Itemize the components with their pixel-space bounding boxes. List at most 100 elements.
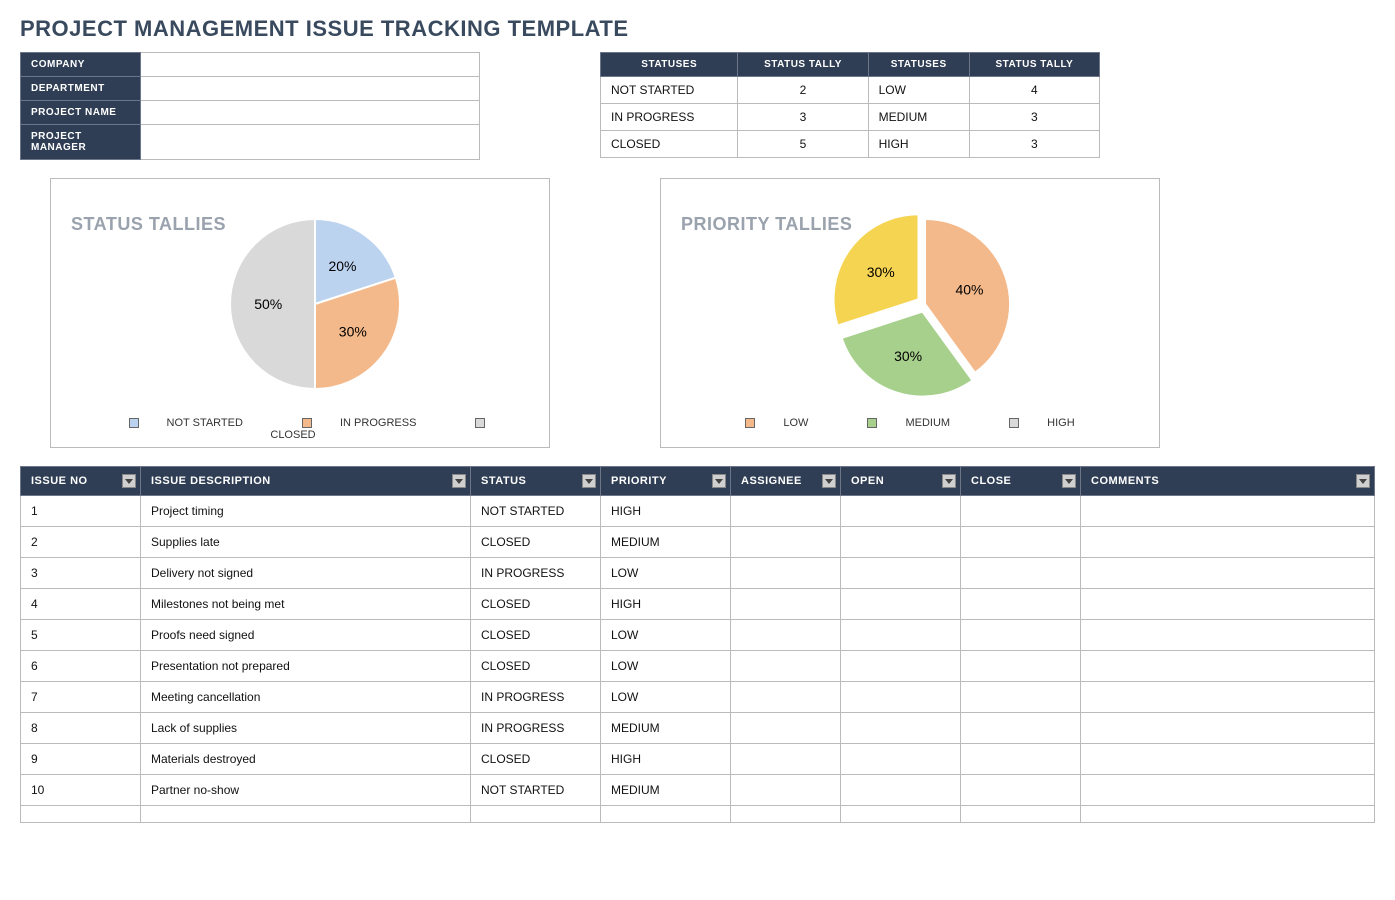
filter-icon[interactable]: [1062, 474, 1076, 488]
cell[interactable]: Presentation not prepared: [141, 651, 471, 682]
cell[interactable]: [731, 527, 841, 558]
cell[interactable]: [1081, 682, 1375, 713]
cell[interactable]: [731, 651, 841, 682]
cell[interactable]: MEDIUM: [601, 527, 731, 558]
header-comments[interactable]: COMMENTS: [1081, 467, 1375, 496]
cell[interactable]: [731, 775, 841, 806]
cell[interactable]: [731, 682, 841, 713]
filter-icon[interactable]: [1356, 474, 1370, 488]
cell[interactable]: MEDIUM: [601, 775, 731, 806]
cell[interactable]: [961, 713, 1081, 744]
cell[interactable]: Lack of supplies: [141, 713, 471, 744]
cell[interactable]: IN PROGRESS: [471, 682, 601, 713]
header-priority[interactable]: PRIORITY: [601, 467, 731, 496]
cell[interactable]: 10: [21, 775, 141, 806]
cell[interactable]: 2: [21, 527, 141, 558]
cell[interactable]: 6: [21, 651, 141, 682]
header-status[interactable]: STATUS: [471, 467, 601, 496]
cell[interactable]: [841, 496, 961, 527]
cell[interactable]: [1081, 558, 1375, 589]
cell[interactable]: 5: [21, 620, 141, 651]
filter-icon[interactable]: [822, 474, 836, 488]
filter-icon[interactable]: [452, 474, 466, 488]
cell[interactable]: [1081, 496, 1375, 527]
cell[interactable]: [841, 713, 961, 744]
cell[interactable]: Milestones not being met: [141, 589, 471, 620]
cell[interactable]: [961, 775, 1081, 806]
cell[interactable]: [21, 806, 141, 823]
cell[interactable]: [1081, 806, 1375, 823]
cell[interactable]: [1081, 589, 1375, 620]
cell[interactable]: [1081, 651, 1375, 682]
cell[interactable]: 3: [21, 558, 141, 589]
header-issue-description[interactable]: ISSUE DESCRIPTION: [141, 467, 471, 496]
cell[interactable]: Project timing: [141, 496, 471, 527]
cell[interactable]: [961, 744, 1081, 775]
cell[interactable]: IN PROGRESS: [471, 558, 601, 589]
cell[interactable]: [841, 558, 961, 589]
cell[interactable]: 1: [21, 496, 141, 527]
cell[interactable]: [731, 620, 841, 651]
cell[interactable]: [841, 651, 961, 682]
cell[interactable]: [1081, 713, 1375, 744]
header-close[interactable]: CLOSE: [961, 467, 1081, 496]
value-project-name[interactable]: [141, 101, 480, 125]
cell[interactable]: Proofs need signed: [141, 620, 471, 651]
cell[interactable]: HIGH: [601, 496, 731, 527]
cell[interactable]: LOW: [601, 620, 731, 651]
cell[interactable]: NOT STARTED: [471, 775, 601, 806]
cell[interactable]: CLOSED: [471, 651, 601, 682]
cell[interactable]: [1081, 527, 1375, 558]
cell[interactable]: [961, 682, 1081, 713]
cell[interactable]: [961, 620, 1081, 651]
cell[interactable]: [841, 620, 961, 651]
cell[interactable]: CLOSED: [471, 620, 601, 651]
cell[interactable]: Delivery not signed: [141, 558, 471, 589]
cell[interactable]: CLOSED: [471, 527, 601, 558]
cell[interactable]: [961, 589, 1081, 620]
cell[interactable]: HIGH: [601, 744, 731, 775]
cell[interactable]: [731, 589, 841, 620]
cell[interactable]: [841, 744, 961, 775]
filter-icon[interactable]: [122, 474, 136, 488]
cell[interactable]: [1081, 744, 1375, 775]
cell[interactable]: CLOSED: [471, 744, 601, 775]
cell[interactable]: [841, 806, 961, 823]
cell[interactable]: LOW: [601, 651, 731, 682]
cell[interactable]: [841, 589, 961, 620]
cell[interactable]: [1081, 620, 1375, 651]
cell[interactable]: [731, 558, 841, 589]
cell[interactable]: LOW: [601, 558, 731, 589]
cell[interactable]: [841, 775, 961, 806]
cell[interactable]: Materials destroyed: [141, 744, 471, 775]
cell[interactable]: HIGH: [601, 589, 731, 620]
value-department[interactable]: [141, 77, 480, 101]
value-company[interactable]: [141, 53, 480, 77]
cell[interactable]: IN PROGRESS: [471, 713, 601, 744]
cell[interactable]: [961, 527, 1081, 558]
cell[interactable]: [471, 806, 601, 823]
cell[interactable]: [731, 713, 841, 744]
cell[interactable]: [961, 558, 1081, 589]
filter-icon[interactable]: [582, 474, 596, 488]
cell[interactable]: 9: [21, 744, 141, 775]
header-assignee[interactable]: ASSIGNEE: [731, 467, 841, 496]
cell[interactable]: [841, 527, 961, 558]
cell[interactable]: MEDIUM: [601, 713, 731, 744]
cell[interactable]: NOT STARTED: [471, 496, 601, 527]
cell[interactable]: [961, 651, 1081, 682]
header-issue-no[interactable]: ISSUE NO: [21, 467, 141, 496]
cell[interactable]: 8: [21, 713, 141, 744]
filter-icon[interactable]: [942, 474, 956, 488]
cell[interactable]: Meeting cancellation: [141, 682, 471, 713]
cell[interactable]: Partner no-show: [141, 775, 471, 806]
cell[interactable]: [961, 806, 1081, 823]
cell[interactable]: CLOSED: [471, 589, 601, 620]
cell[interactable]: Supplies late: [141, 527, 471, 558]
cell[interactable]: 4: [21, 589, 141, 620]
cell[interactable]: [731, 496, 841, 527]
cell[interactable]: LOW: [601, 682, 731, 713]
header-open[interactable]: OPEN: [841, 467, 961, 496]
cell[interactable]: 7: [21, 682, 141, 713]
value-project-manager[interactable]: [141, 125, 480, 160]
